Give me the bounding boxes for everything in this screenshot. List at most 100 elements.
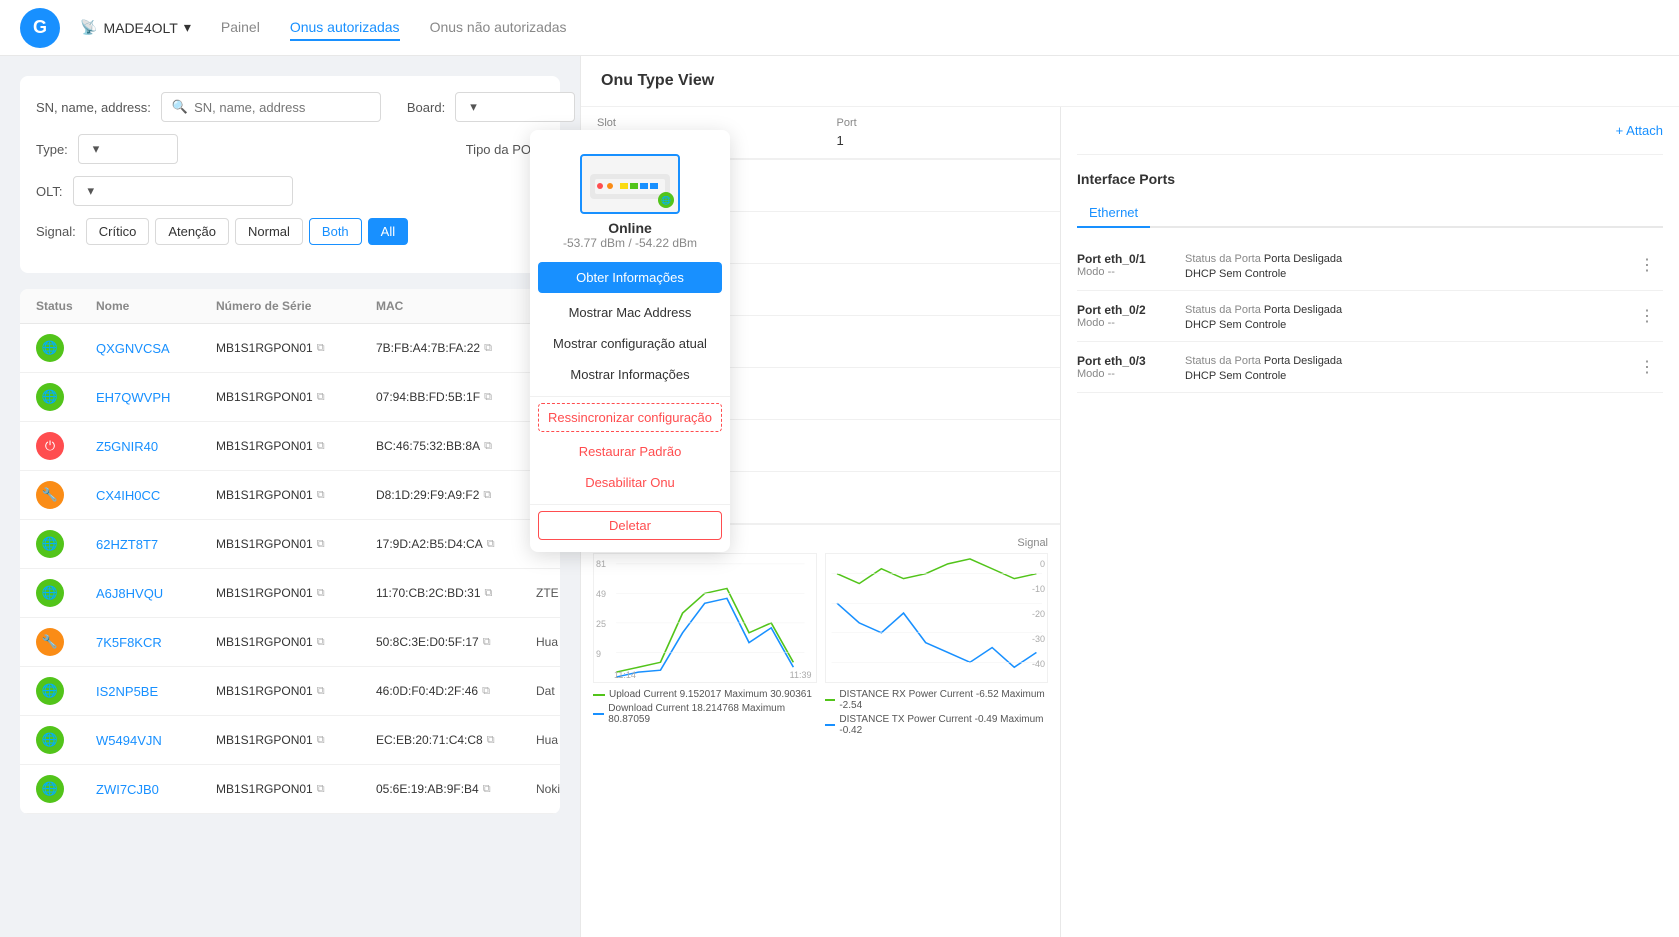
sy-10: -10 bbox=[1032, 584, 1045, 594]
table-row[interactable]: 🌐 EH7QWVPH MB1S1RGPON01 ⧉ 07:94:BB:FD:5B… bbox=[20, 373, 560, 422]
upload-dot bbox=[593, 694, 605, 696]
tx-legend: DISTANCE TX Power Current -0.49 Maximum … bbox=[825, 714, 1049, 736]
sig-btn-all[interactable]: All bbox=[368, 218, 408, 245]
copy-serial-icon[interactable]: ⧉ bbox=[317, 489, 325, 502]
name-cell[interactable]: A6J8HVQU bbox=[96, 586, 216, 601]
table-row[interactable]: 🌐 QXGNVCSA MB1S1RGPON01 ⧉ 7B:FB:A4:7B:FA… bbox=[20, 324, 560, 373]
sig-btn-atencao[interactable]: Atenção bbox=[155, 218, 229, 245]
name-cell[interactable]: 62HZT8T7 bbox=[96, 537, 216, 552]
dropdown-overlay: 🌐 Online -53.77 dBm / -54.22 dBm Obter I… bbox=[530, 130, 730, 552]
table-row[interactable]: 🔧 CX4IH0CC MB1S1RGPON01 ⧉ D8:1D:29:F9:A9… bbox=[20, 471, 560, 520]
status-cell: 🌐 bbox=[36, 677, 96, 705]
mac-cell: D8:1D:29:F9:A9:F2 ⧉ bbox=[376, 488, 536, 502]
nav-painel[interactable]: Painel bbox=[221, 15, 260, 41]
sy-30: -30 bbox=[1032, 634, 1045, 644]
copy-mac-icon[interactable]: ⧉ bbox=[483, 489, 491, 502]
mac-value: 11:70:CB:2C:BD:31 bbox=[376, 586, 481, 600]
copy-serial-icon[interactable]: ⧉ bbox=[317, 685, 325, 698]
name-cell[interactable]: W5494VJN bbox=[96, 733, 216, 748]
mac-value: 50:8C:3E:D0:5F:17 bbox=[376, 635, 479, 649]
table-body: 🌐 QXGNVCSA MB1S1RGPON01 ⧉ 7B:FB:A4:7B:FA… bbox=[20, 324, 560, 814]
name-cell[interactable]: ZWI7CJB0 bbox=[96, 782, 216, 797]
mostrar-mac-item[interactable]: Mostrar Mac Address bbox=[530, 297, 730, 328]
slot-label: Slot bbox=[597, 117, 805, 129]
mac-cell: 17:9D:A2:B5:D4:CA ⧉ bbox=[376, 537, 536, 551]
table-row[interactable]: 🌐 A6J8HVQU MB1S1RGPON01 ⧉ 11:70:CB:2C:BD… bbox=[20, 569, 560, 618]
copy-mac-icon[interactable]: ⧉ bbox=[487, 734, 495, 747]
type-select[interactable]: ▾ bbox=[78, 134, 178, 164]
restaurar-item[interactable]: Restaurar Padrão bbox=[530, 436, 730, 467]
nav-onus-autorizadas[interactable]: Onus autorizadas bbox=[290, 15, 400, 41]
copy-serial-icon[interactable]: ⧉ bbox=[317, 587, 325, 600]
sn-input[interactable] bbox=[194, 100, 370, 115]
y-49: 49 bbox=[596, 589, 606, 599]
name-cell[interactable]: Z5GNIR40 bbox=[96, 439, 216, 454]
port-menu-btn[interactable]: ⋮ bbox=[1639, 255, 1663, 275]
name-cell[interactable]: IS2NP5BE bbox=[96, 684, 216, 699]
copy-serial-icon[interactable]: ⧉ bbox=[317, 391, 325, 404]
tab-ethernet[interactable]: Ethernet bbox=[1077, 199, 1150, 228]
table-row[interactable]: 🔧 7K5F8KCR MB1S1RGPON01 ⧉ 50:8C:3E:D0:5F… bbox=[20, 618, 560, 667]
table-row[interactable]: 🌐 IS2NP5BE MB1S1RGPON01 ⧉ 46:0D:F0:4D:2F… bbox=[20, 667, 560, 716]
mac-cell: 05:6E:19:AB:9F:B4 ⧉ bbox=[376, 782, 536, 796]
copy-serial-icon[interactable]: ⧉ bbox=[317, 440, 325, 453]
copy-mac-icon[interactable]: ⧉ bbox=[483, 636, 491, 649]
copy-mac-icon[interactable]: ⧉ bbox=[485, 587, 493, 600]
download-text: Download Current 18.214768 Maximum 80.87… bbox=[608, 703, 816, 725]
copy-serial-icon[interactable]: ⧉ bbox=[317, 734, 325, 747]
mostrar-infos-item[interactable]: Mostrar Informações bbox=[530, 359, 730, 390]
copy-mac-icon[interactable]: ⧉ bbox=[487, 538, 495, 551]
table-row[interactable]: 🌐 ZWI7CJB0 MB1S1RGPON01 ⧉ 05:6E:19:AB:9F… bbox=[20, 765, 560, 814]
search-icon: 🔍 bbox=[172, 99, 188, 115]
name-cell[interactable]: QXGNVCSA bbox=[96, 341, 216, 356]
copy-serial-icon[interactable]: ⧉ bbox=[317, 342, 325, 355]
copy-mac-icon[interactable]: ⧉ bbox=[482, 685, 490, 698]
copy-mac-icon[interactable]: ⧉ bbox=[484, 440, 492, 453]
serial-value: MB1S1RGPON01 bbox=[216, 439, 313, 453]
status-cell: 🌐 bbox=[36, 775, 96, 803]
copy-serial-icon[interactable]: ⧉ bbox=[317, 538, 325, 551]
ressincronizar-item[interactable]: Ressincronizar configuração bbox=[538, 403, 722, 432]
sig-btn-normal[interactable]: Normal bbox=[235, 218, 303, 245]
olt-select[interactable]: ▾ bbox=[73, 176, 293, 206]
device-online-label: Online bbox=[608, 220, 652, 236]
mac-value: 46:0D:F0:4D:2F:46 bbox=[376, 684, 478, 698]
copy-mac-icon[interactable]: ⧉ bbox=[484, 391, 492, 404]
sig-btn-both[interactable]: Both bbox=[309, 218, 362, 245]
desabilitar-item[interactable]: Desabilitar Onu bbox=[530, 467, 730, 498]
port-menu-btn[interactable]: ⋮ bbox=[1639, 357, 1663, 377]
table-row[interactable]: ⏻ Z5GNIR40 MB1S1RGPON01 ⧉ BC:46:75:32:BB… bbox=[20, 422, 560, 471]
board-label: Board: bbox=[407, 100, 445, 115]
dropdown-divider-1 bbox=[530, 396, 730, 397]
panel-header: Onu Type View ✕ bbox=[581, 56, 1679, 107]
traffic-svg bbox=[594, 554, 816, 682]
nav-onus-nao-autorizadas[interactable]: Onus não autorizadas bbox=[430, 15, 567, 41]
port-name-col: Port eth_0/3 Modo -- bbox=[1077, 354, 1177, 380]
y-9: 9 bbox=[596, 649, 601, 659]
deletar-item[interactable]: Deletar bbox=[538, 511, 722, 540]
mac-value: 05:6E:19:AB:9F:B4 bbox=[376, 782, 479, 796]
port-menu-btn[interactable]: ⋮ bbox=[1639, 306, 1663, 326]
copy-mac-icon[interactable]: ⧉ bbox=[484, 342, 492, 355]
obter-info-btn[interactable]: Obter Informações bbox=[538, 262, 722, 293]
sy-40: -40 bbox=[1032, 659, 1045, 669]
sn-input-wrapper[interactable]: 🔍 bbox=[161, 92, 381, 122]
table-row[interactable]: 🌐 W5494VJN MB1S1RGPON01 ⧉ EC:EB:20:71:C4… bbox=[20, 716, 560, 765]
board-select[interactable]: ▾ bbox=[455, 92, 575, 122]
serial-value: MB1S1RGPON01 bbox=[216, 488, 313, 502]
status-cell: 🔧 bbox=[36, 481, 96, 509]
download-legend: Download Current 18.214768 Maximum 80.87… bbox=[593, 703, 817, 725]
name-cell[interactable]: 7K5F8KCR bbox=[96, 635, 216, 650]
mostrar-config-item[interactable]: Mostrar configuração atual bbox=[530, 328, 730, 359]
nav-brand[interactable]: 📡 MADE4OLT ▾ bbox=[80, 19, 191, 36]
table-row[interactable]: 🌐 62HZT8T7 MB1S1RGPON01 ⧉ 17:9D:A2:B5:D4… bbox=[20, 520, 560, 569]
copy-serial-icon[interactable]: ⧉ bbox=[317, 636, 325, 649]
name-cell[interactable]: CX4IH0CC bbox=[96, 488, 216, 503]
top-nav: G 📡 MADE4OLT ▾ Painel Onus autorizadas O… bbox=[0, 0, 1679, 56]
copy-mac-icon[interactable]: ⧉ bbox=[483, 783, 491, 796]
attach-btn[interactable]: + Attach bbox=[1616, 123, 1663, 138]
port-mode: Modo -- bbox=[1077, 266, 1177, 278]
name-cell[interactable]: EH7QWVPH bbox=[96, 390, 216, 405]
copy-serial-icon[interactable]: ⧉ bbox=[317, 783, 325, 796]
sig-btn-critico[interactable]: Crítico bbox=[86, 218, 150, 245]
